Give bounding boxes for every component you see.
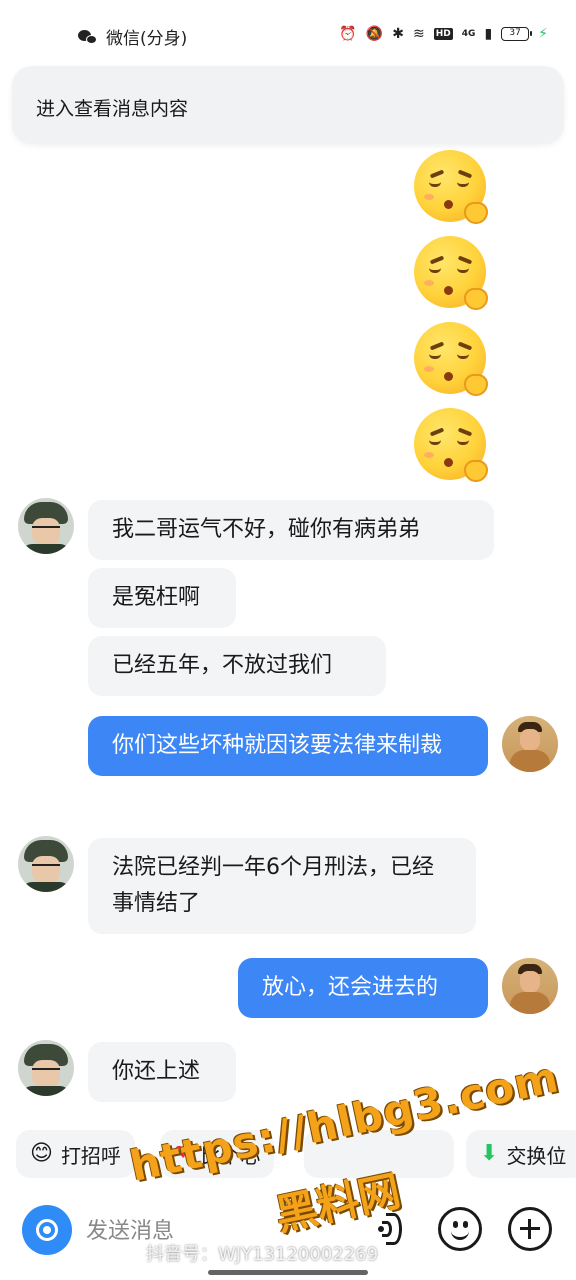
emoji-button[interactable] xyxy=(438,1207,482,1251)
watermark-douyin: 抖音号：WJY13120002269 xyxy=(146,1244,379,1265)
battery-indicator: 37 xyxy=(501,27,533,41)
incoming-message[interactable]: 你还上述 xyxy=(88,1042,236,1102)
notification-app-name: 微信(分身) xyxy=(106,29,188,49)
hd-badge: HD xyxy=(433,28,453,40)
banner-text: 进入查看消息内容 xyxy=(36,98,189,120)
network-label: 4G xyxy=(461,29,476,39)
emoji-message[interactable] xyxy=(410,232,490,312)
signal-icon: ▮ xyxy=(484,26,493,42)
status-bar: 微信(分身) ⏰ 🔕 ✱ ≋ HD 4G ▮ 37 ⚡ xyxy=(0,0,576,70)
contact-avatar[interactable] xyxy=(18,836,74,892)
emoji-message[interactable] xyxy=(410,318,490,398)
mute-icon: 🔕 xyxy=(365,26,384,42)
status-left: 微信(分身) xyxy=(78,24,187,49)
quick-reply-greet[interactable]: 😊 打招呼 xyxy=(16,1130,135,1178)
shushing-face-emoji xyxy=(414,236,488,310)
alarm-icon: ⏰ xyxy=(339,26,357,42)
outgoing-message[interactable]: 放心，还会进去的 xyxy=(238,958,488,1018)
home-indicator[interactable] xyxy=(208,1270,368,1275)
shushing-face-emoji xyxy=(414,150,488,224)
charging-icon: ⚡ xyxy=(538,26,548,42)
wifi-icon: ≋ xyxy=(413,26,425,42)
more-button[interactable] xyxy=(508,1207,552,1251)
smile-icon: 😊 xyxy=(30,1141,53,1166)
contact-avatar[interactable] xyxy=(18,1040,74,1096)
incoming-message[interactable]: 是冤枉啊 xyxy=(88,568,236,628)
chip-label: 打招呼 xyxy=(60,1143,121,1168)
outgoing-message[interactable]: 你们这些坏种就因该要法律来制裁 xyxy=(88,716,488,776)
bluetooth-icon: ✱ xyxy=(392,26,405,42)
shushing-face-emoji xyxy=(414,408,488,482)
my-avatar[interactable] xyxy=(502,716,558,772)
my-avatar[interactable] xyxy=(502,958,558,1014)
status-icons: ⏰ 🔕 ✱ ≋ HD 4G ▮ 37 ⚡ xyxy=(339,26,548,42)
shushing-face-emoji xyxy=(414,322,488,396)
emoji-message[interactable] xyxy=(410,404,490,484)
incoming-message[interactable]: 已经五年，不放过我们 xyxy=(88,636,386,696)
incoming-message[interactable]: 我二哥运气不好，碰你有病弟弟 xyxy=(88,500,494,560)
emoji-icon xyxy=(453,1221,458,1228)
incoming-message[interactable]: 法院已经判一年6个月刑法，已经事情结了 xyxy=(88,838,476,934)
location-icon: ⬇ xyxy=(480,1141,499,1166)
camera-button[interactable] xyxy=(22,1205,72,1255)
wechat-icon xyxy=(78,29,98,45)
chip-label: 交换位 xyxy=(506,1143,567,1168)
contact-avatar[interactable] xyxy=(18,498,74,554)
notification-banner[interactable]: 进入查看消息内容 xyxy=(12,66,564,144)
emoji-message[interactable] xyxy=(410,146,490,226)
quick-reply-location[interactable]: ⬇ 交换位 xyxy=(466,1130,576,1178)
